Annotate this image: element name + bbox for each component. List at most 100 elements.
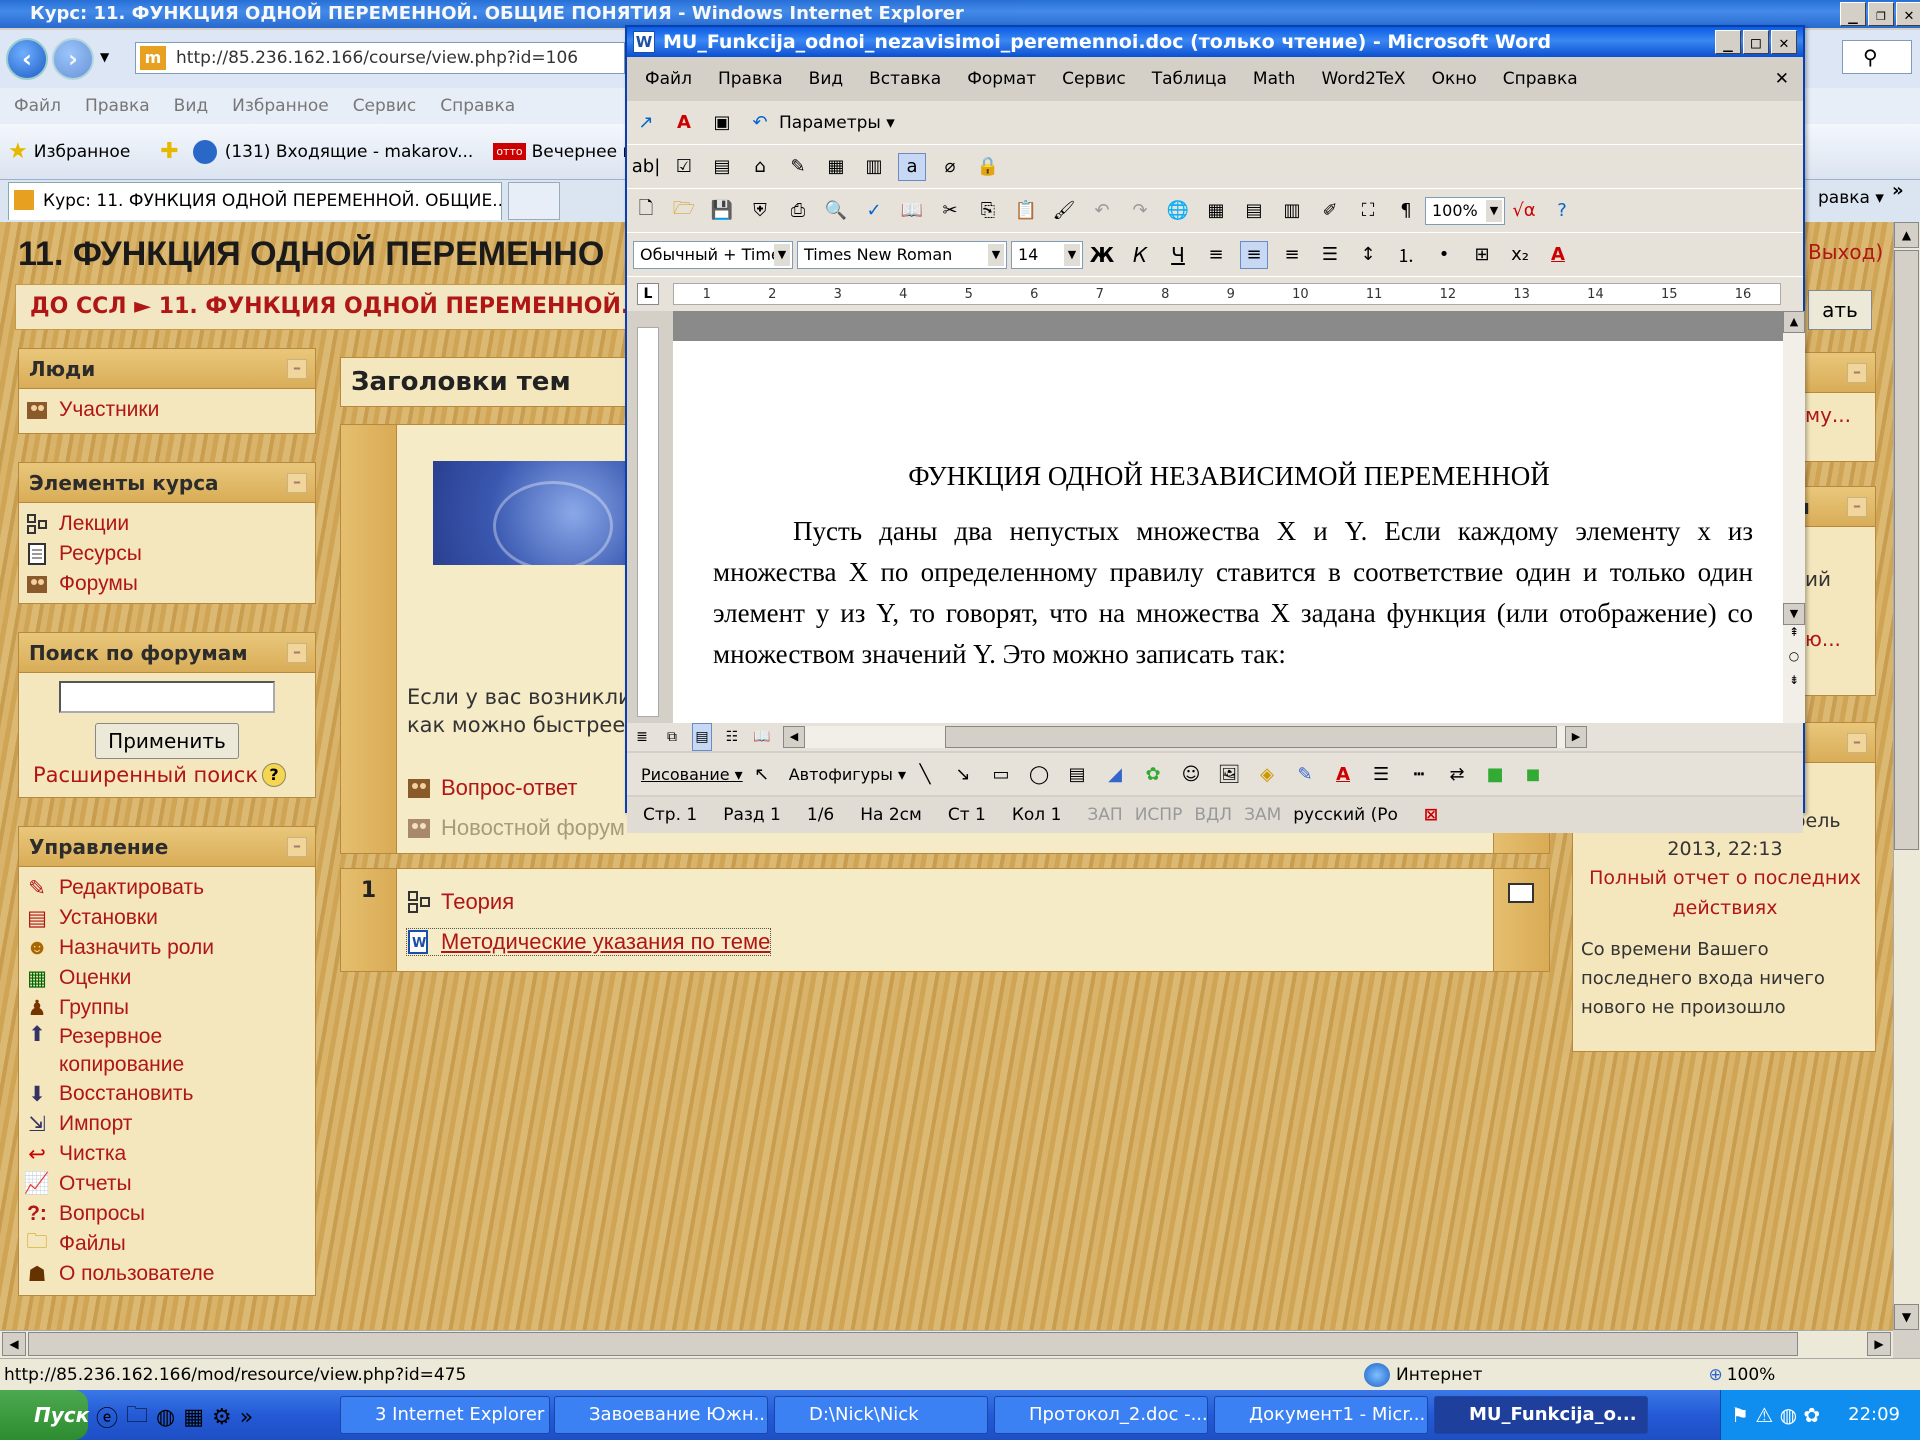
ie-restore-button[interactable]: ❐ — [1868, 2, 1894, 26]
shadow-icon[interactable]: ■ — [1481, 760, 1509, 788]
forum-search-button[interactable]: Применить — [95, 723, 239, 759]
style-dropdown[interactable]: Обычный + Time ▼ — [633, 240, 793, 269]
subscript-icon[interactable]: x₂ — [1506, 241, 1534, 269]
fav-link-news[interactable]: Вечернее п — [532, 142, 634, 162]
taskbar-button-word-active[interactable]: MU_Funkcija_o... — [1434, 1396, 1648, 1434]
arrow-icon[interactable]: ↘ — [949, 760, 977, 788]
show-hide-icon[interactable]: ¶ — [1392, 197, 1420, 225]
forward-icon[interactable]: › — [52, 38, 94, 80]
word-menu-view[interactable]: Вид — [809, 69, 843, 89]
admin-item-restore[interactable]: ⬇ Восстановить — [25, 1079, 309, 1109]
spellcheck-icon[interactable]: ✓ — [860, 197, 888, 225]
start-button[interactable]: Пуск — [0, 1390, 89, 1440]
insert-frame-icon[interactable]: ▥ — [860, 153, 888, 181]
autoshapes-menu[interactable]: Автофигуры ▾ — [789, 765, 906, 784]
scroll-right-icon[interactable]: ▶ — [1565, 726, 1587, 748]
permission-icon[interactable]: ⛨ — [746, 197, 774, 225]
taskbar-button-protocol[interactable]: Протокол_2.doc -... — [994, 1396, 1208, 1434]
arrow-style-icon[interactable]: ⇄ — [1443, 760, 1471, 788]
history-dropdown-icon[interactable]: ▼ — [100, 50, 109, 64]
diagram-icon[interactable]: ✿ — [1139, 760, 1167, 788]
document-page[interactable]: ФУНКЦИЯ ОДНОЙ НЕЗАВИСИМОЙ ПЕРЕМЕННОЙ Пус… — [673, 311, 1785, 723]
status-record[interactable]: ЗАП — [1087, 805, 1122, 825]
justify-icon[interactable]: ☰ — [1316, 241, 1344, 269]
bold-button[interactable]: Ж — [1088, 241, 1116, 269]
drawing-menu[interactable]: Рисование ▾ — [641, 765, 743, 784]
drawing-icon[interactable]: ✐ — [1316, 197, 1344, 225]
admin-item-roles[interactable]: ☻ Назначить роли — [25, 933, 309, 963]
wordart-icon[interactable]: ◢ — [1101, 760, 1129, 788]
font-dropdown[interactable]: Times New Roman ▼ — [797, 240, 1007, 269]
tables-borders-icon[interactable]: ▦ — [1202, 197, 1230, 225]
collapse-icon[interactable]: – — [287, 473, 307, 493]
frame-icon[interactable]: ▣ — [708, 109, 736, 137]
edit-mode-button[interactable]: ать — [1808, 290, 1872, 330]
activity-link-qa-forum[interactable]: Вопрос-ответ — [407, 775, 577, 801]
word-menu-format[interactable]: Формат — [967, 69, 1036, 89]
align-center-icon[interactable]: ≡ — [1240, 240, 1268, 269]
spelling-icon[interactable]: A — [670, 109, 698, 137]
word-minimize-button[interactable]: _ — [1715, 30, 1741, 54]
calculator-launch-icon[interactable]: ▦ — [183, 1405, 204, 1430]
underline-button[interactable]: Ч — [1164, 241, 1192, 269]
upcoming-link[interactable]: ю... — [1805, 627, 1841, 651]
admin-item-settings[interactable]: ▤ Установки — [25, 903, 309, 933]
bullets-icon[interactable]: • — [1430, 241, 1458, 269]
fill-color-icon[interactable]: ◈ — [1253, 760, 1281, 788]
scroll-up-icon[interactable]: ▲ — [1894, 222, 1919, 248]
ie-menu-help[interactable]: Справка — [440, 96, 515, 116]
taskbar-button-doc1[interactable]: Завоевание Южн... — [554, 1396, 768, 1434]
word-hscroll-thumb[interactable] — [945, 726, 1557, 748]
sidebar-item-resources[interactable]: Ресурсы — [25, 539, 309, 569]
document-map-icon[interactable]: ⛶ — [1354, 197, 1382, 225]
admin-item-grades[interactable]: ▦ Оценки — [25, 963, 309, 993]
reading-view-icon[interactable]: 📖 — [752, 723, 772, 751]
scroll-down-icon[interactable]: ▼ — [1783, 603, 1805, 625]
fav-link-inbox[interactable]: (131) Входящие - makarov... — [225, 142, 474, 162]
forum-search-input[interactable] — [59, 681, 275, 713]
status-extend[interactable]: ВДЛ — [1194, 805, 1232, 825]
ie-page-menu[interactable]: равка ▾ — [1818, 188, 1884, 208]
sidebar-item-forums[interactable]: Форумы — [25, 569, 309, 599]
protect-form-icon[interactable]: 🔒 — [974, 153, 1002, 181]
advanced-search-link[interactable]: Расширенный поиск? — [33, 763, 287, 787]
tab-selector-icon[interactable]: L — [637, 283, 659, 305]
horizontal-ruler[interactable]: L 1 2 3 4 5 6 7 8 9 10 11 12 13 14 15 16 — [627, 277, 1803, 311]
draw-table-icon[interactable]: ✎ — [784, 153, 812, 181]
admin-item-edit[interactable]: ✎ Редактировать — [25, 873, 309, 903]
zoom-icon[interactable]: ⊕ — [1708, 1365, 1722, 1385]
scroll-thumb[interactable] — [1894, 250, 1919, 850]
save-icon[interactable]: 💾 — [708, 197, 736, 225]
taskbar-button-ie[interactable]: 3 Internet Explorer — [340, 1396, 550, 1434]
collapse-icon[interactable]: – — [287, 837, 307, 857]
reset-fields-icon[interactable]: ⌀ — [936, 153, 964, 181]
scroll-left-icon[interactable]: ◀ — [783, 726, 805, 748]
sidebar-item-lessons[interactable]: Лекции — [25, 509, 309, 539]
admin-item-reset[interactable]: ↩ Чистка — [25, 1139, 309, 1169]
print-layout-icon[interactable]: ▤ — [692, 723, 712, 751]
insert-excel-icon[interactable]: ▤ — [1240, 197, 1268, 225]
align-right-icon[interactable]: ≡ — [1278, 241, 1306, 269]
chevron-more-icon[interactable]: » — [1892, 180, 1904, 201]
print-icon[interactable]: ⎙ — [784, 197, 812, 225]
clipart-icon[interactable]: ☺ — [1177, 760, 1205, 788]
activity-link-guidelines[interactable]: W Методические указания по теме — [405, 928, 772, 956]
collapse-icon[interactable]: – — [287, 643, 307, 663]
new-document-icon[interactable]: 🗋 — [632, 197, 660, 225]
checkbox-field-icon[interactable]: ☑ — [670, 153, 698, 181]
favorites-button[interactable]: Избранное — [34, 142, 131, 162]
breadcrumb[interactable]: ДО ССЛ ► 11. ФУНКЦИЯ ОДНОЙ ПЕРЕМЕННОЙ. О… — [15, 284, 655, 330]
word-menu-insert[interactable]: Вставка — [869, 69, 941, 89]
word-menu-math[interactable]: Math — [1253, 69, 1296, 89]
logout-link[interactable]: Выход) — [1808, 240, 1883, 264]
undo-icon[interactable]: ↶ — [1088, 197, 1116, 225]
select-objects-icon[interactable]: ↖ — [748, 760, 776, 788]
scroll-left-icon[interactable]: ◀ — [2, 1332, 26, 1356]
ie-tab-active[interactable]: Курс: 11. ФУНКЦИЯ ОДНОЙ ПЕРЕМЕННОЙ. ОБЩИ… — [8, 182, 502, 220]
collapse-icon[interactable]: – — [1847, 733, 1867, 753]
ie-menu-tools[interactable]: Сервис — [353, 96, 417, 116]
taskbar-button-document1[interactable]: Документ1 - Micr... — [1214, 1396, 1428, 1434]
status-track[interactable]: ИСПР — [1135, 805, 1183, 825]
word-menu-edit[interactable]: Правка — [718, 69, 783, 89]
ie-menu-view[interactable]: Вид — [174, 96, 208, 116]
